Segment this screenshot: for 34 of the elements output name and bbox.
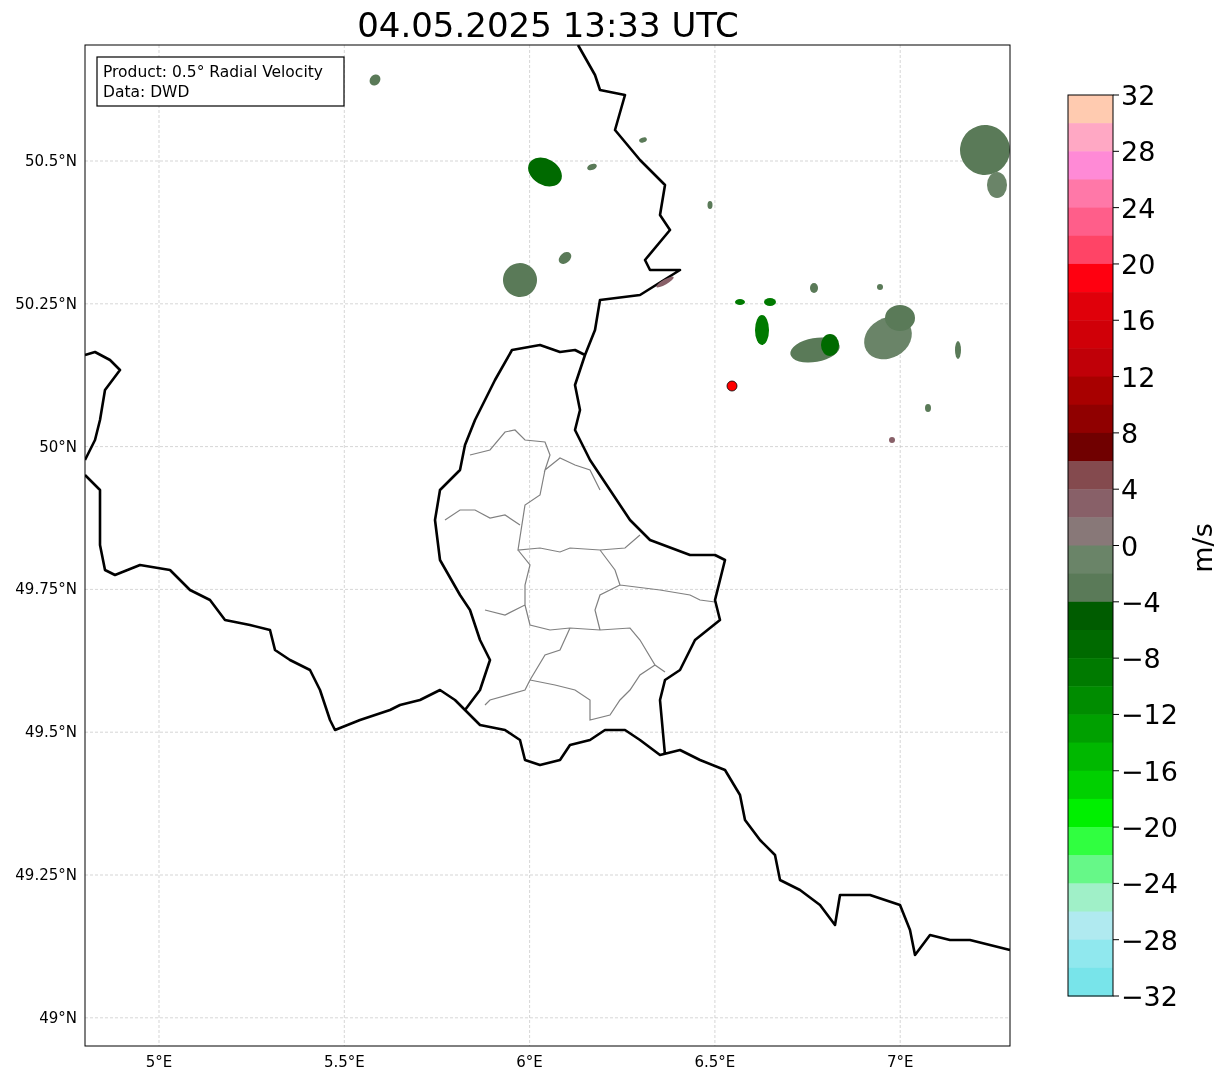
colorbar-tick-label: 28: [1121, 136, 1156, 168]
chart-title: 04.05.2025 13:33 UTC: [357, 5, 739, 45]
colorbar-tick-label: 0: [1121, 530, 1139, 562]
colorbar-tick-label: 4: [1121, 474, 1139, 506]
latitude-label: 50.25°N: [15, 294, 77, 313]
colorbar-tick-label: −28: [1121, 924, 1178, 956]
latitude-label: 49.25°N: [15, 866, 77, 884]
info-text: Data: DWD: [103, 83, 190, 101]
colorbar-label: m/s: [1187, 523, 1218, 573]
colorbar-tick-label: 20: [1121, 248, 1156, 280]
colorbar-tick-label: 24: [1121, 192, 1156, 224]
colorbar-tick-label: 16: [1121, 305, 1156, 337]
latitude-label: 49.5°N: [24, 723, 77, 742]
colorbar-tick-label: −32: [1121, 981, 1178, 1012]
latitude-label: 49°N: [39, 1008, 77, 1027]
colorbar-tick-label: 12: [1121, 361, 1156, 393]
colorbar-tick-label: −16: [1121, 755, 1178, 787]
latitude-label: 50.5°N: [24, 152, 77, 170]
longitude-label: 5.5°E: [323, 1053, 365, 1071]
radar-site-marker: [726, 380, 738, 392]
longitude-label: 5°E: [145, 1053, 173, 1071]
latitude-label: 49.75°N: [15, 580, 77, 599]
colorbar-tick-label: −8: [1121, 643, 1161, 675]
longitude-label: 7°E: [886, 1053, 914, 1071]
colorbar-tick-label: −12: [1121, 699, 1178, 731]
colorbar-tick-label: −20: [1121, 812, 1178, 844]
longitude-label: 6.5°E: [694, 1053, 736, 1071]
colorbar-tick-label: −4: [1121, 586, 1161, 618]
colorbar-tick-label: 32: [1121, 80, 1156, 111]
colorbar-tick-label: 8: [1121, 417, 1139, 449]
info-text: Product: 0.5° Radial Velocity: [103, 63, 323, 81]
longitude-label: 6°E: [516, 1053, 543, 1071]
latitude-label: 50°N: [39, 437, 77, 456]
colorbar-tick-label: −24: [1121, 868, 1178, 900]
